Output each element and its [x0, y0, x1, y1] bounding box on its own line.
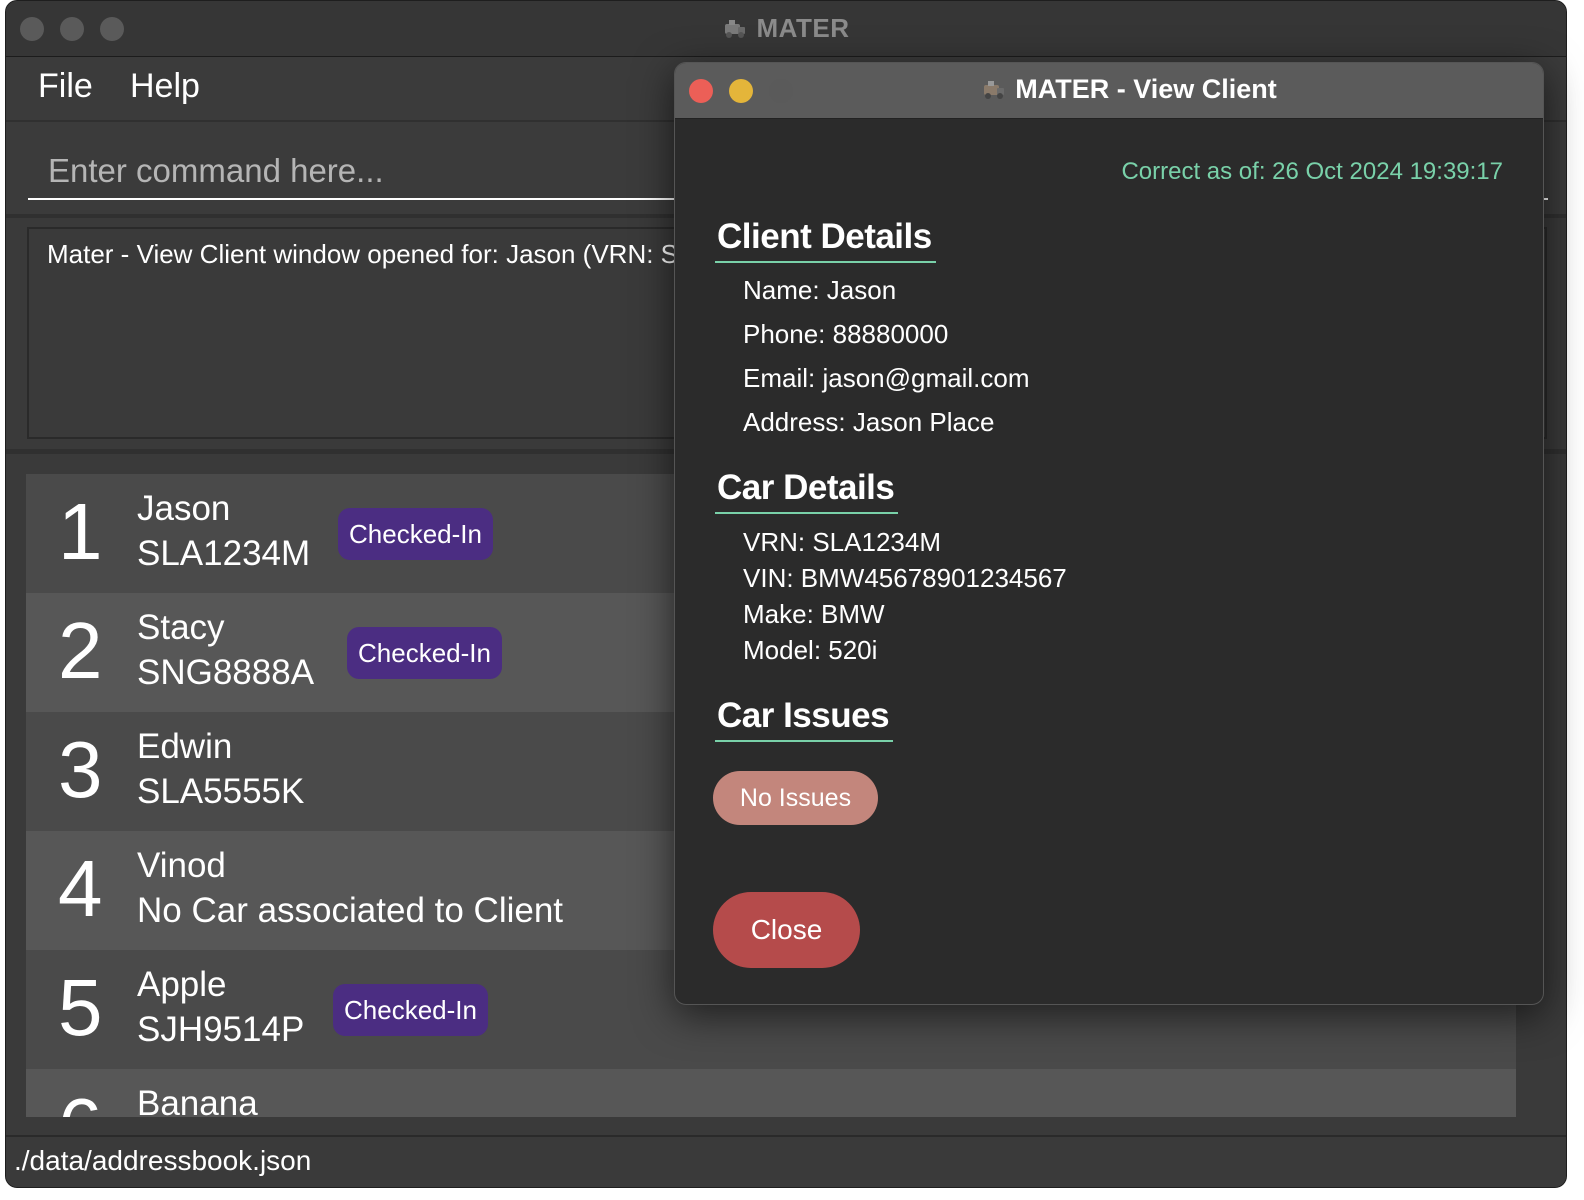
client-phone-detail: Phone: 88880000 — [743, 319, 949, 349]
status-bar: ./data/addressbook.json — [6, 1135, 1566, 1187]
list-item[interactable]: 6 Banana — [26, 1069, 1516, 1117]
timestamp: Correct as of: 26 Oct 2024 19:39:17 — [1121, 158, 1503, 185]
client-name: Edwin — [137, 727, 233, 766]
client-index: 4 — [58, 844, 103, 933]
client-index: 6 — [58, 1087, 103, 1118]
car-model-detail: Model: 520i — [743, 635, 878, 665]
main-titlebar: MATER — [6, 1, 1566, 57]
client-email-detail: Email: jason@gmail.com — [743, 363, 1030, 393]
client-index: 5 — [58, 963, 103, 1052]
client-plate: SNG8888A — [137, 653, 315, 692]
client-name: Apple — [137, 965, 227, 1004]
close-button[interactable]: Close — [713, 892, 860, 968]
menu-file[interactable]: File — [38, 67, 93, 106]
client-name: Vinod — [137, 846, 226, 885]
client-name-detail: Name: Jason — [743, 275, 897, 305]
client-name: Stacy — [137, 608, 225, 647]
dialog-title-wrap: MATER - View Client — [675, 74, 1543, 105]
client-plate: No Car associated to Client — [137, 891, 564, 930]
car-details-heading: Car Details — [715, 468, 899, 514]
client-index: 2 — [58, 606, 103, 695]
client-plate: SJH9514P — [137, 1010, 305, 1049]
client-index: 3 — [58, 725, 103, 814]
window-title: MATER — [756, 13, 850, 43]
client-name: Jason — [137, 489, 231, 528]
status-badge: Checked-In — [338, 508, 493, 560]
car-vrn-detail: VRN: SLA1234M — [743, 527, 941, 557]
client-plate: SLA5555K — [137, 772, 305, 811]
menu-help[interactable]: Help — [130, 67, 200, 106]
dialog-title: MATER - View Client — [1015, 74, 1277, 104]
car-make-detail: Make: BMW — [743, 599, 885, 629]
dialog-titlebar: MATER - View Client — [675, 63, 1543, 119]
window-title-wrap: MATER — [6, 13, 1566, 44]
tow-truck-icon — [984, 81, 1005, 99]
client-details-heading: Client Details — [715, 217, 936, 263]
status-badge: Checked-In — [333, 984, 488, 1036]
file-path: ./data/addressbook.json — [14, 1145, 312, 1176]
car-vin-detail: VIN: BMW45678901234567 — [743, 563, 1067, 593]
car-issues-heading: Car Issues — [715, 696, 894, 742]
client-name: Banana — [137, 1084, 258, 1117]
view-client-dialog: MATER - View Client Correct as of: 26 Oc… — [674, 62, 1544, 1005]
client-index: 1 — [58, 487, 103, 576]
client-plate: SLA1234M — [137, 534, 311, 573]
client-address-detail: Address: Jason Place — [743, 407, 995, 437]
tow-truck-icon — [725, 20, 746, 38]
issue-pill: No Issues — [713, 771, 878, 825]
status-badge: Checked-In — [347, 627, 502, 679]
